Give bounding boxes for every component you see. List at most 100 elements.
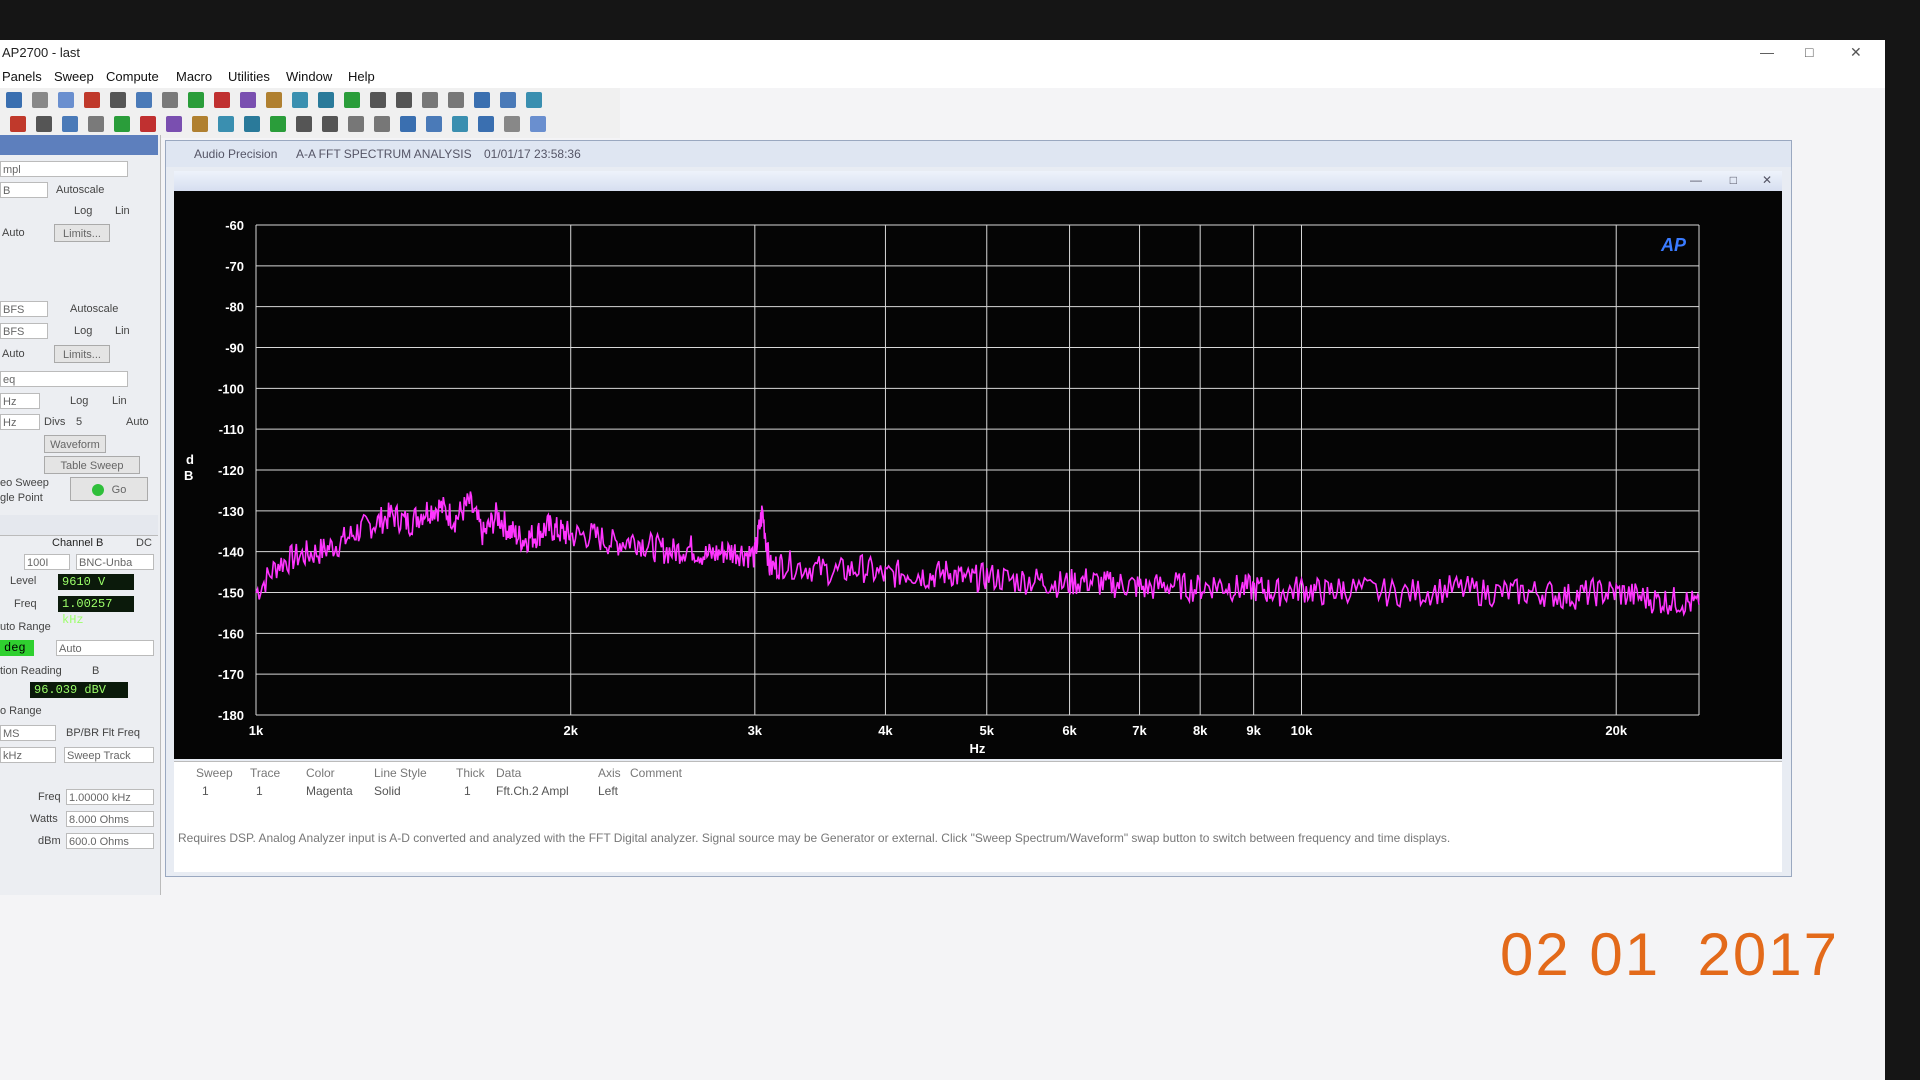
khz-select[interactable]: kHz xyxy=(0,747,56,763)
window2-icon[interactable] xyxy=(526,92,542,108)
menu-panels[interactable]: Panels xyxy=(2,69,42,84)
graph-minimize-button[interactable]: — xyxy=(1690,173,1702,187)
autoscale-checkbox[interactable]: Autoscale xyxy=(56,184,104,196)
legend-thick-value[interactable]: 1 xyxy=(464,784,471,798)
input-select[interactable]: BNC-Unba xyxy=(76,554,154,570)
menu-utilities[interactable]: Utilities xyxy=(228,69,270,84)
lin-radio-2[interactable]: Lin xyxy=(115,325,130,337)
range-select[interactable]: 100I xyxy=(24,554,70,570)
autoscale-checkbox-2[interactable]: Autoscale xyxy=(70,303,118,315)
play-icon[interactable] xyxy=(344,92,360,108)
tb2-copy-icon[interactable] xyxy=(140,116,156,132)
tb2-print-icon[interactable] xyxy=(36,116,52,132)
export-icon[interactable] xyxy=(474,92,490,108)
print-preview-icon[interactable] xyxy=(58,92,74,108)
menu-compute[interactable]: Compute xyxy=(106,69,159,84)
tb2-link-icon[interactable] xyxy=(452,116,468,132)
b-radio[interactable]: B xyxy=(92,665,99,677)
legend-trace-value[interactable]: 1 xyxy=(256,784,263,798)
tb2-pause-icon[interactable] xyxy=(374,116,390,132)
freq2-field[interactable]: 1.00000 kHz xyxy=(66,789,154,805)
tb2-stop-square-icon[interactable] xyxy=(400,116,416,132)
tb2-paste-icon[interactable] xyxy=(166,116,182,132)
tb2-zoom-fit-icon[interactable] xyxy=(296,116,312,132)
legend-sweep-value[interactable]: 1 xyxy=(202,784,209,798)
undo-icon[interactable] xyxy=(84,92,100,108)
hz-select-2[interactable]: Hz xyxy=(0,414,40,430)
refresh-icon[interactable] xyxy=(318,92,334,108)
log-radio[interactable]: Log xyxy=(74,205,92,217)
menu-help[interactable]: Help xyxy=(348,69,375,84)
hand-icon[interactable] xyxy=(422,92,438,108)
y-tick-label: -100 xyxy=(218,381,244,396)
legend-data-value[interactable]: Fft.Ch.2 Ampl xyxy=(496,784,569,798)
tb2-cut-icon[interactable] xyxy=(114,116,130,132)
stop-square-icon[interactable] xyxy=(396,92,412,108)
legend-linestyle-value[interactable]: Solid xyxy=(374,784,401,798)
tb2-hand-icon[interactable] xyxy=(426,116,442,132)
waveform-button[interactable]: Waveform xyxy=(44,435,106,453)
graph-restore-button[interactable]: □ xyxy=(1730,173,1737,187)
legend-axis-value[interactable]: Left xyxy=(598,784,618,798)
print-icon[interactable] xyxy=(32,92,48,108)
tb2-refresh-icon[interactable] xyxy=(322,116,338,132)
pause-icon[interactable] xyxy=(370,92,386,108)
auto-checkbox[interactable]: Auto xyxy=(126,416,149,428)
restore-button[interactable]: □ xyxy=(1805,44,1813,60)
ampl-field[interactable]: mpl xyxy=(0,161,128,177)
limits-button-2[interactable]: Limits... xyxy=(54,345,110,363)
log-radio-3[interactable]: Log xyxy=(70,395,88,407)
unit-select-2[interactable]: BFS xyxy=(0,301,48,317)
tb2-go-icon[interactable] xyxy=(192,116,208,132)
tb2-export-icon[interactable] xyxy=(478,116,494,132)
zoom-fit-icon[interactable] xyxy=(292,92,308,108)
tb2-undo-icon[interactable] xyxy=(88,116,104,132)
tb2-play-icon[interactable] xyxy=(348,116,364,132)
tb2-open-icon[interactable] xyxy=(10,116,26,132)
auto-select[interactable]: Auto xyxy=(56,640,154,656)
zoom-icon[interactable] xyxy=(266,92,282,108)
fft-graph[interactable]: -60 -70 -80 -90 -100 -110 -120 -130 -140 -150 -160… xyxy=(174,191,1782,759)
stop-icon[interactable] xyxy=(214,92,230,108)
lin-radio-3[interactable]: Lin xyxy=(112,395,127,407)
tb2-settings-icon[interactable] xyxy=(244,116,260,132)
dbm-field[interactable]: 600.0 Ohms xyxy=(66,833,154,849)
paste-icon[interactable] xyxy=(162,92,178,108)
log-radio-2[interactable]: Log xyxy=(74,325,92,337)
menu-sweep[interactable]: Sweep xyxy=(54,69,94,84)
menu-macro[interactable]: Macro xyxy=(176,69,212,84)
unit-select-3[interactable]: BFS xyxy=(0,323,48,339)
legend-color-value[interactable]: Magenta xyxy=(306,784,353,798)
link-icon[interactable] xyxy=(448,92,464,108)
cut-icon[interactable] xyxy=(110,92,126,108)
go-icon[interactable] xyxy=(188,92,204,108)
tb2-zoom-icon[interactable] xyxy=(270,116,286,132)
y-tick-label: -130 xyxy=(218,504,244,519)
sweep-track-select[interactable]: Sweep Track xyxy=(64,747,154,763)
dc-checkbox[interactable]: DC xyxy=(136,537,152,549)
tb2-print-preview-icon[interactable] xyxy=(62,116,78,132)
minimize-button[interactable]: — xyxy=(1760,44,1774,60)
bpbr-label: BP/BR Flt Freq xyxy=(66,727,140,739)
table-sweep-button[interactable]: Table Sweep xyxy=(44,456,140,474)
auto-range-checkbox[interactable]: uto Range xyxy=(0,621,51,633)
limits-button[interactable]: Limits... xyxy=(54,224,110,242)
settings-icon[interactable] xyxy=(240,92,256,108)
tb2-stop-icon[interactable] xyxy=(218,116,234,132)
hz-select-1[interactable]: Hz xyxy=(0,393,40,409)
close-button[interactable]: ✕ xyxy=(1850,44,1862,61)
ms-select[interactable]: MS xyxy=(0,725,56,741)
freq-field[interactable]: eq xyxy=(0,371,128,387)
window-icon[interactable] xyxy=(500,92,516,108)
watts-field[interactable]: 8.000 Ohms xyxy=(66,811,154,827)
lin-radio[interactable]: Lin xyxy=(115,205,130,217)
graph-window: Audio Precision A-A FFT SPECTRUM ANALYSI… xyxy=(165,140,1792,877)
graph-close-button[interactable]: ✕ xyxy=(1762,173,1772,187)
unit-select-1[interactable]: B xyxy=(0,182,48,198)
go-button[interactable]: Go xyxy=(70,477,148,501)
menu-window[interactable]: Window xyxy=(286,69,332,84)
tb2-window-icon[interactable] xyxy=(504,116,520,132)
tb2-window2-icon[interactable] xyxy=(530,116,546,132)
copy-icon[interactable] xyxy=(136,92,152,108)
open-icon[interactable] xyxy=(6,92,22,108)
